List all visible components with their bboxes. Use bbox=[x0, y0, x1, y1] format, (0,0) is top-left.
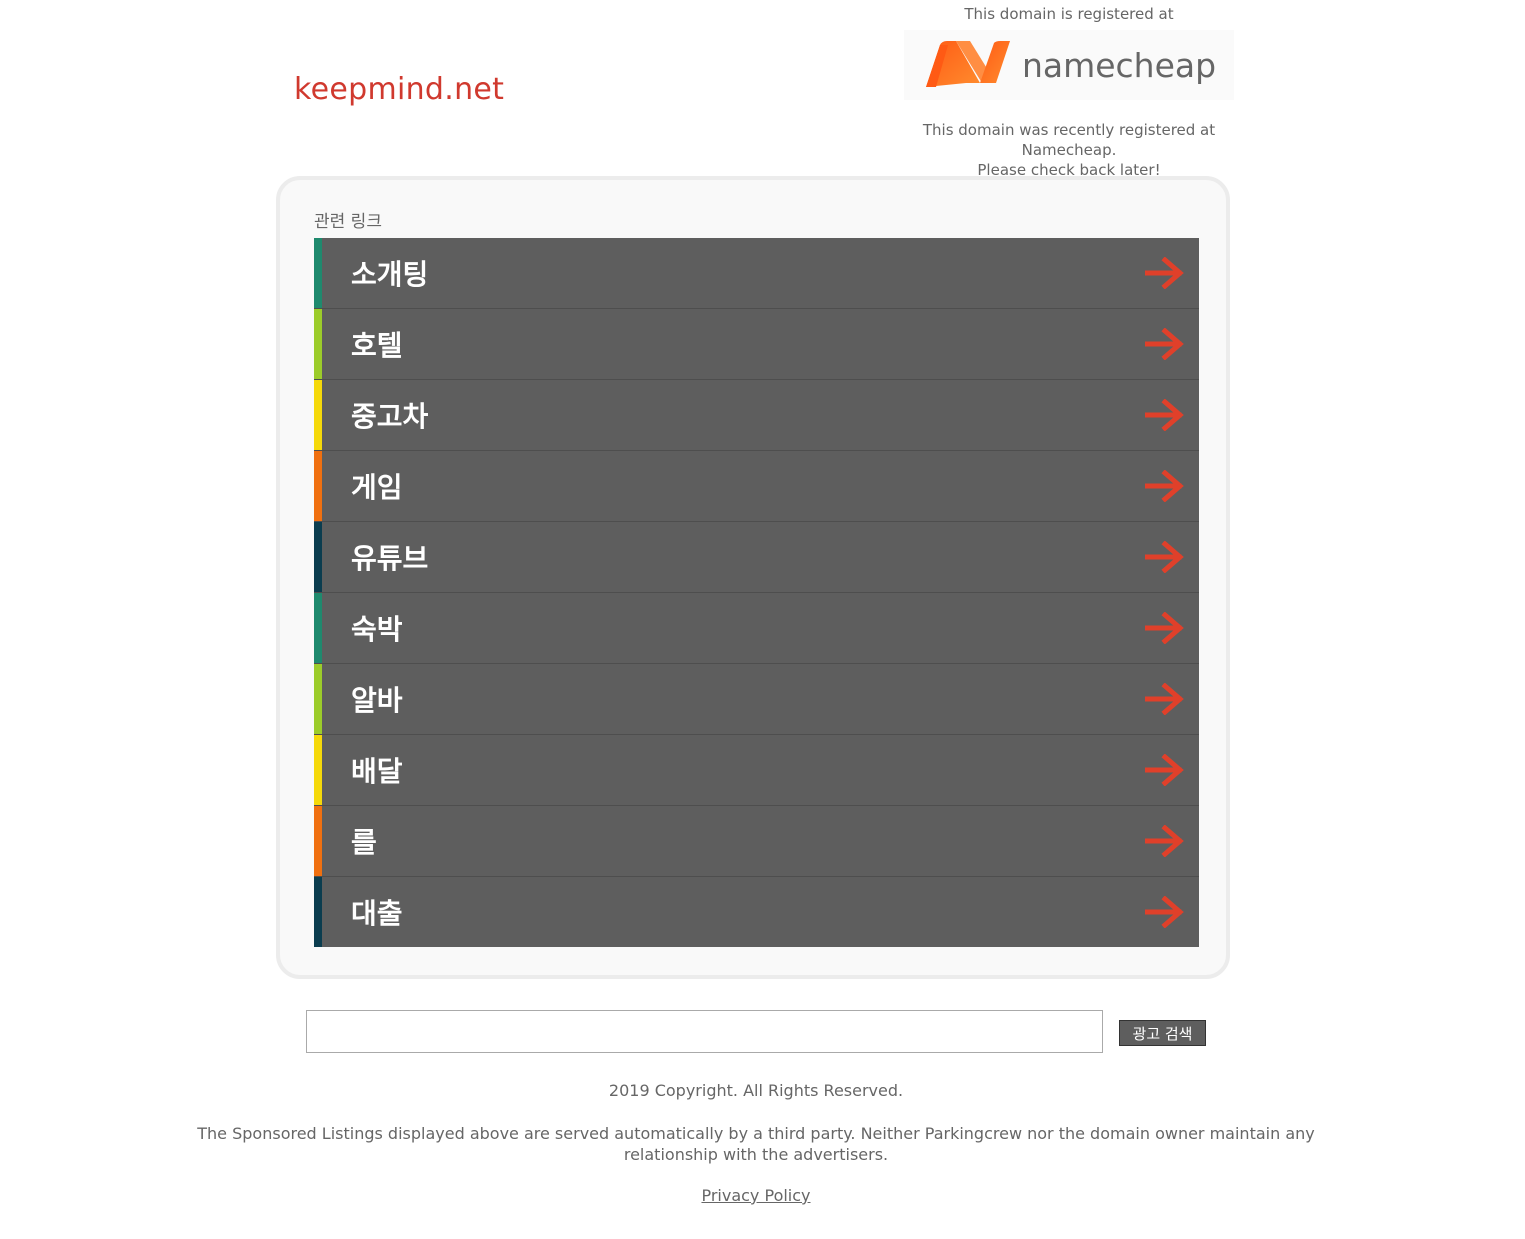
namecheap-logo-word: namecheap bbox=[1021, 45, 1217, 85]
row-color-bar bbox=[314, 238, 322, 308]
search-input[interactable] bbox=[306, 1010, 1103, 1053]
related-link-row[interactable]: 숙박 bbox=[314, 593, 1199, 664]
privacy-policy-container: Privacy Policy bbox=[0, 1186, 1512, 1205]
related-link-row[interactable]: 대출 bbox=[314, 877, 1199, 947]
row-color-bar bbox=[314, 380, 322, 450]
related-link-row[interactable]: 호텔 bbox=[314, 309, 1199, 380]
ad-search-button[interactable]: 광고 검색 bbox=[1119, 1020, 1206, 1046]
related-link-row[interactable]: 소개팅 bbox=[314, 238, 1199, 309]
related-link-label: 를 bbox=[351, 826, 377, 859]
row-color-bar bbox=[314, 522, 322, 592]
disclaimer-text: The Sponsored Listings displayed above a… bbox=[197, 1124, 1315, 1164]
related-link-row[interactable]: 배달 bbox=[314, 735, 1199, 806]
domain-title: keepmind.net bbox=[294, 72, 505, 107]
registrar-block: This domain is registered at namecheap T… bbox=[880, 4, 1258, 180]
related-link-label: 알바 bbox=[351, 684, 403, 717]
related-link-row[interactable]: 유튜브 bbox=[314, 522, 1199, 593]
related-link-label: 호텔 bbox=[351, 329, 403, 362]
related-link-row[interactable]: 를 bbox=[314, 806, 1199, 877]
row-color-bar bbox=[314, 664, 322, 734]
row-color-bar bbox=[314, 735, 322, 805]
related-links-heading: 관련 링크 bbox=[314, 212, 382, 232]
related-link-label: 대출 bbox=[351, 897, 403, 930]
registrar-message-line1: This domain was recently registered at N… bbox=[922, 121, 1216, 159]
related-links-panel: 관련 링크 소개팅호텔중고차게임유튜브숙박알바배달를대출 bbox=[276, 176, 1230, 979]
related-link-row[interactable]: 중고차 bbox=[314, 380, 1199, 451]
arrow-right-icon bbox=[1144, 540, 1185, 577]
related-link-label: 배달 bbox=[351, 755, 403, 788]
row-color-bar bbox=[314, 806, 322, 876]
copyright-text: 2019 Copyright. All Rights Reserved. bbox=[608, 1081, 904, 1100]
related-links-list: 소개팅호텔중고차게임유튜브숙박알바배달를대출 bbox=[314, 238, 1199, 947]
related-link-label: 중고차 bbox=[351, 400, 429, 433]
row-color-bar bbox=[314, 593, 322, 663]
namecheap-n-icon bbox=[925, 41, 1010, 87]
row-color-bar bbox=[314, 451, 322, 521]
arrow-right-icon bbox=[1144, 398, 1185, 435]
related-link-label: 숙박 bbox=[351, 613, 403, 646]
arrow-right-icon bbox=[1144, 824, 1185, 861]
arrow-right-icon bbox=[1144, 611, 1185, 648]
arrow-right-icon bbox=[1144, 682, 1185, 719]
arrow-right-icon bbox=[1144, 895, 1185, 932]
arrow-right-icon bbox=[1144, 469, 1185, 506]
row-color-bar bbox=[314, 877, 322, 947]
related-link-label: 소개팅 bbox=[351, 258, 429, 291]
registrar-top-text: This domain is registered at bbox=[964, 5, 1174, 23]
registrar-message: This domain was recently registered at N… bbox=[880, 120, 1258, 180]
related-link-label: 유튜브 bbox=[351, 542, 429, 575]
related-link-label: 게임 bbox=[351, 471, 403, 504]
arrow-right-icon bbox=[1144, 256, 1185, 293]
row-color-bar bbox=[314, 309, 322, 379]
namecheap-logo[interactable]: namecheap bbox=[904, 30, 1234, 100]
arrow-right-icon bbox=[1144, 327, 1185, 364]
related-link-row[interactable]: 알바 bbox=[314, 664, 1199, 735]
related-link-row[interactable]: 게임 bbox=[314, 451, 1199, 522]
arrow-right-icon bbox=[1144, 753, 1185, 790]
privacy-policy-link[interactable]: Privacy Policy bbox=[701, 1186, 810, 1205]
